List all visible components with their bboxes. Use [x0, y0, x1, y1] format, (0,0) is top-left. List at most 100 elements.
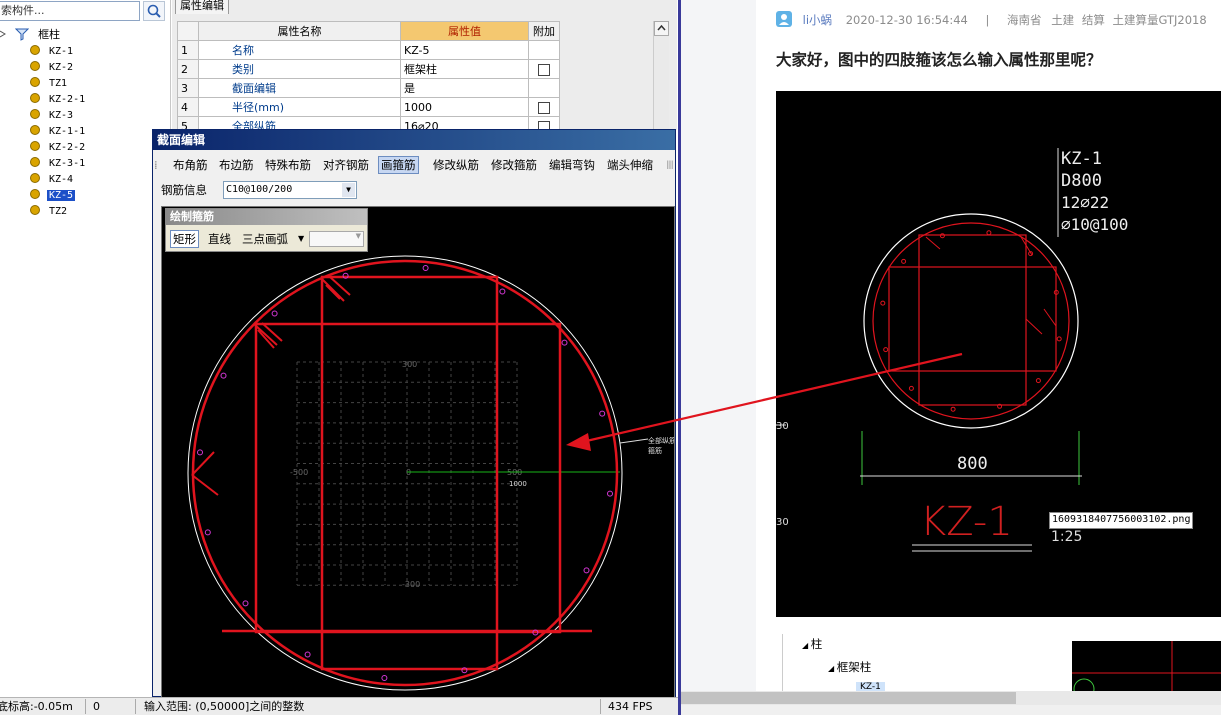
post-datetime: 2020-12-30 16:54:44: [845, 13, 968, 27]
component-gear-icon: [30, 93, 40, 103]
tree-item[interactable]: KZ-2-1: [30, 92, 87, 108]
dialog-title[interactable]: 截面编辑: [153, 130, 675, 150]
property-value[interactable]: 是: [400, 78, 529, 98]
tree-item[interactable]: KZ-4: [30, 172, 75, 188]
draw-panel-title[interactable]: 绘制箍筋: [166, 209, 367, 225]
tool-align-rebar[interactable]: 对齐钢筋: [323, 157, 369, 173]
tool-modify-longitudinal[interactable]: 修改纵筋: [433, 157, 479, 173]
property-row-index: 2: [177, 59, 199, 79]
arc-dropdown-icon[interactable]: ▼: [298, 231, 304, 247]
draw-stirrup-panel: 绘制箍筋 矩形 直线 三点画弧 ▼ ▼: [165, 208, 368, 252]
drawing-label-main-rebar: 12⌀22: [1061, 193, 1109, 212]
rebar-point: [422, 265, 429, 271]
avatar-icon[interactable]: [776, 11, 792, 27]
draw-tool-rectangle[interactable]: 矩形: [170, 230, 199, 248]
property-value[interactable]: 1000: [400, 97, 529, 117]
row-number-header: [177, 21, 199, 41]
tree-item[interactable]: KZ-3-1: [30, 156, 87, 172]
tree-item[interactable]: KZ-2-2: [30, 140, 87, 156]
tag-settlement[interactable]: 结算: [1082, 13, 1105, 27]
tree-item[interactable]: TZ2: [30, 204, 69, 220]
tree-item-label: KZ-2: [49, 62, 74, 73]
column-outline-circle: [187, 255, 623, 691]
arc-option-select[interactable]: ▼: [309, 231, 364, 247]
status-fps: 434 FPS: [608, 700, 653, 713]
tool-corner-rebar[interactable]: 布角筋: [173, 157, 208, 173]
rebar-point: [599, 410, 606, 417]
tree-item[interactable]: KZ-5: [30, 188, 76, 204]
tree-item-label: KZ-1: [49, 46, 74, 57]
section-drawing-canvas[interactable]: 300 -300 -500 0 500 1000 全部纵筋: [161, 206, 675, 698]
rebar-point: [583, 567, 590, 574]
chevron-down-icon[interactable]: ▼: [356, 232, 361, 240]
section-editor-dialog: 截面编辑 ⁞ 布角筋 布边筋 特殊布筋 对齐钢筋 画箍筋 修改纵筋 修改箍筋 编…: [152, 129, 676, 698]
property-row[interactable]: 4 半径(mm) 1000: [177, 97, 560, 117]
tag-software[interactable]: 土建算量GTJ2018: [1113, 13, 1207, 27]
cad-rebar-point: [1056, 336, 1062, 342]
tool-end-extend[interactable]: 端头伸缩: [607, 157, 653, 173]
extra-checkbox[interactable]: [538, 63, 550, 76]
cad-rebar-point: [939, 233, 945, 239]
property-scrollbar[interactable]: [653, 21, 669, 130]
expand-collapse-icon[interactable]: [0, 28, 8, 40]
toolbar-overflow[interactable]: Ⅲ: [666, 157, 674, 173]
drawing-rebar-points: [880, 230, 1062, 412]
section-drawing: 300 -300 -500 0 500 1000 全部纵筋: [187, 255, 674, 691]
post-username[interactable]: li小蜗: [803, 13, 832, 27]
taskbar-strip: [681, 705, 1221, 715]
property-row[interactable]: 1 名称 KZ-5: [177, 40, 560, 60]
component-gear-icon: [30, 45, 40, 55]
draw-tool-three-point-arc[interactable]: 三点画弧: [242, 231, 288, 247]
cad-rebar-point: [883, 347, 889, 353]
property-value[interactable]: 框架柱: [400, 59, 529, 79]
search-input[interactable]: 索构件...: [0, 1, 140, 21]
tag-province[interactable]: 海南省: [1007, 13, 1042, 27]
drawing-dimension: 800: [957, 454, 988, 474]
tree-root-frame-column[interactable]: 框柱: [0, 27, 60, 43]
property-row[interactable]: 3 截面编辑是: [177, 78, 560, 98]
search-button[interactable]: [143, 1, 165, 21]
component-gear-icon: [30, 141, 40, 151]
stirrup-hook-left: [254, 322, 283, 349]
rebar-point: [381, 675, 388, 681]
second-image-tree: ◢ 柱 ◢ 框架柱 KZ-1: [782, 634, 1042, 694]
tab-property-edit[interactable]: 属性编辑: [175, 0, 229, 14]
tree-item[interactable]: KZ-2: [30, 60, 75, 76]
tree-item[interactable]: TZ1: [30, 76, 69, 92]
rebar-info-select[interactable]: C10@100/200 ▼: [223, 181, 357, 199]
property-window: 属性编辑 属性名称 属性值 附加 1 名称 KZ-5 2 类别 框架柱 3 截面编辑是 4 半径(…: [172, 0, 677, 136]
dialog-toolbar: ⁞ 布角筋 布边筋 特殊布筋 对齐钢筋 画箍筋 修改纵筋 修改箍筋 编辑弯钩 端…: [153, 154, 675, 176]
component-gear-icon: [30, 61, 40, 71]
chevron-down-icon[interactable]: ▼: [342, 183, 355, 197]
cad-rebar-point: [901, 258, 907, 264]
rebar-point: [220, 372, 227, 379]
rebar-point: [204, 529, 211, 536]
property-row[interactable]: 2 类别 框架柱: [177, 59, 560, 79]
horizontal-scrollbar[interactable]: [681, 691, 1221, 705]
tag-civil[interactable]: 土建: [1051, 13, 1074, 27]
callout-leader: [619, 438, 649, 444]
property-value[interactable]: KZ-5: [400, 40, 529, 60]
tool-edge-rebar[interactable]: 布边筋: [219, 157, 254, 173]
scroll-up-icon[interactable]: [654, 21, 669, 36]
rebar-point: [304, 651, 311, 658]
cad-rebar-point: [1035, 378, 1041, 384]
tool-edit-hook[interactable]: 编辑弯钩: [549, 157, 595, 173]
canvas-label-left: -500: [290, 468, 308, 477]
meta-separator: |: [985, 13, 990, 27]
draw-tool-line[interactable]: 直线: [208, 231, 231, 247]
tree-item-label: KZ-3-1: [49, 158, 86, 169]
tree-item[interactable]: KZ-1: [30, 44, 75, 60]
tree-item[interactable]: KZ-3: [30, 108, 75, 124]
tool-special-rebar[interactable]: 特殊布筋: [265, 157, 311, 173]
extra-checkbox[interactable]: [538, 101, 550, 114]
attached-cad-image[interactable]: KZ-1 D800 12⌀22 ⌀10@100 30 800 30 KZ-1 1…: [776, 91, 1221, 617]
component-gear-icon: [30, 109, 40, 119]
tool-draw-stirrup[interactable]: 画箍筋: [378, 156, 419, 174]
side-mark-2: 30: [776, 517, 789, 528]
scrollbar-thumb[interactable]: [681, 692, 1016, 704]
tree-item[interactable]: KZ-1-1: [30, 124, 87, 140]
tool-modify-stirrup[interactable]: 修改箍筋: [491, 157, 537, 173]
cad-rebar-point: [880, 300, 886, 306]
cad-rebar-point: [950, 406, 956, 412]
